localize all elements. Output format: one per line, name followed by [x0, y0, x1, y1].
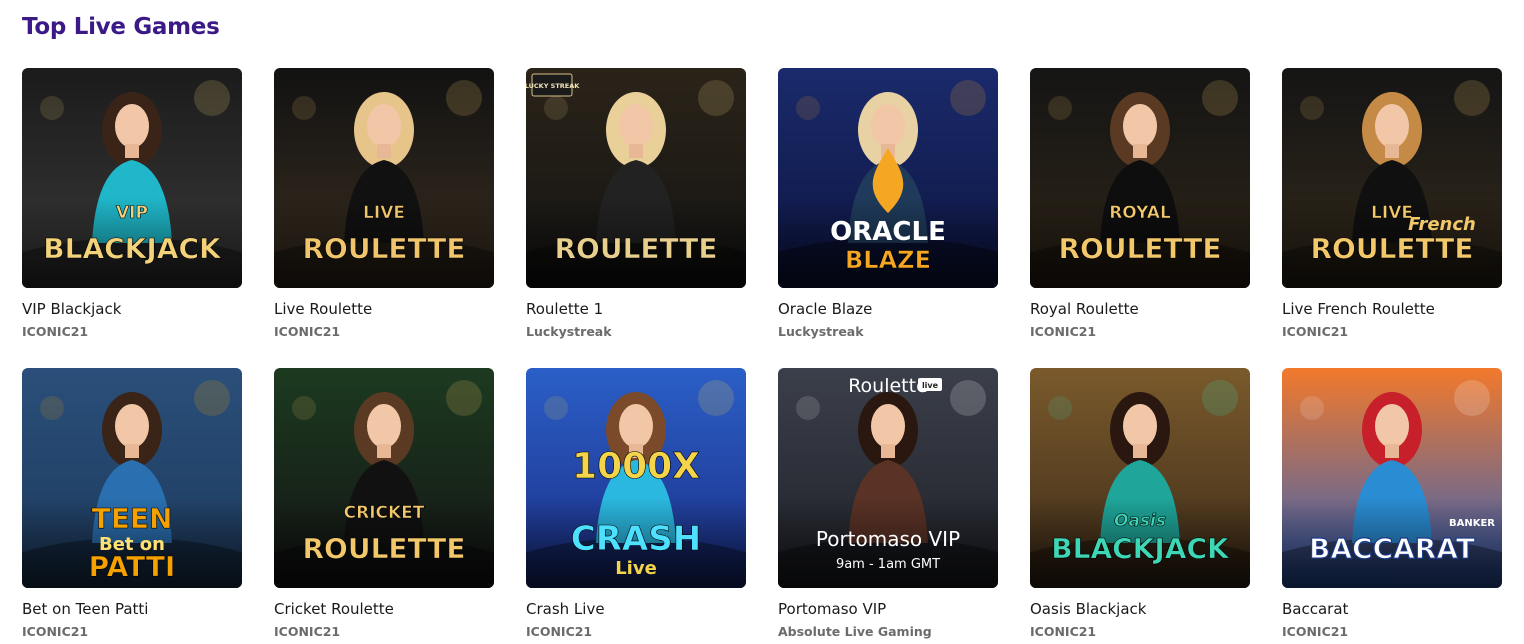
- game-artwork: ROULETTE LUCKY STREAK: [526, 68, 746, 288]
- game-card-7[interactable]: TEEN PATTI Bet on Bet on Teen Patti ICON…: [22, 368, 242, 644]
- game-name[interactable]: Oasis Blackjack: [1030, 600, 1250, 618]
- provider-badge: live: [922, 381, 939, 390]
- game-card-5[interactable]: ROYAL ROULETTE Royal Roulette ICONIC21: [1030, 68, 1250, 368]
- game-thumbnail[interactable]: Oasis BLACKJACK: [1030, 368, 1250, 588]
- game-thumbnail[interactable]: TEEN PATTI Bet on: [22, 368, 242, 588]
- game-name[interactable]: Royal Roulette: [1030, 300, 1250, 318]
- game-card-11[interactable]: Oasis BLACKJACK Oasis Blackjack ICONIC21: [1030, 368, 1250, 644]
- game-card-10[interactable]: Roulette Portomaso VIP 9am - 1am GMT liv…: [778, 368, 998, 644]
- game-provider: ICONIC21: [1282, 624, 1349, 639]
- art-line-2: BLAZE: [845, 246, 931, 274]
- game-name[interactable]: Roulette 1: [526, 300, 746, 318]
- art-line-2: ROULETTE: [554, 232, 717, 265]
- game-provider: Luckystreak: [778, 324, 864, 339]
- game-name[interactable]: Oracle Blaze: [778, 300, 998, 318]
- game-artwork: CRICKET ROULETTE: [274, 368, 494, 588]
- art-line-2: BACCARAT: [1309, 532, 1475, 565]
- game-thumbnail[interactable]: 1000X CRASH Live: [526, 368, 746, 588]
- game-card-6[interactable]: LIVE ROULETTE French Live French Roulett…: [1282, 68, 1502, 368]
- art-line-2: Portomaso VIP: [816, 527, 960, 551]
- game-name[interactable]: Live Roulette: [274, 300, 494, 318]
- art-line-1: Oasis: [1114, 511, 1166, 531]
- game-artwork: VIP BLACKJACK: [22, 68, 242, 288]
- art-line-1: VIP: [116, 203, 148, 223]
- game-artwork: BANKER BACCARAT: [1282, 368, 1502, 588]
- section-title: Top Live Games: [22, 14, 220, 40]
- game-name[interactable]: VIP Blackjack: [22, 300, 242, 318]
- games-grid: VIP BLACKJACK VIP Blackjack ICONIC21 LIV…: [22, 68, 1502, 644]
- game-provider: ICONIC21: [274, 624, 341, 639]
- art-line-2: BLACKJACK: [1051, 532, 1230, 565]
- game-artwork: 1000X CRASH Live: [526, 368, 746, 588]
- game-thumbnail[interactable]: Roulette Portomaso VIP 9am - 1am GMT liv…: [778, 368, 998, 588]
- art-line-2: ROULETTE: [302, 232, 465, 265]
- provider-badge: LUCKY STREAK: [526, 82, 580, 90]
- art-line-2: ROULETTE: [1058, 232, 1221, 265]
- game-card-3[interactable]: ROULETTE LUCKY STREAK Roulette 1 Luckyst…: [526, 68, 746, 368]
- game-provider: ICONIC21: [274, 324, 341, 339]
- game-artwork: ORACLE BLAZE: [778, 68, 998, 288]
- game-thumbnail[interactable]: ROULETTE LUCKY STREAK: [526, 68, 746, 288]
- game-name[interactable]: Live French Roulette: [1282, 300, 1502, 318]
- art-line-2: ROULETTE: [1310, 232, 1473, 265]
- art-extra: Live: [615, 558, 657, 579]
- game-provider: ICONIC21: [22, 324, 89, 339]
- game-name[interactable]: Portomaso VIP: [778, 600, 998, 618]
- art-line-1: CRICKET: [344, 503, 425, 523]
- game-thumbnail[interactable]: ORACLE BLAZE: [778, 68, 998, 288]
- game-card-9[interactable]: 1000X CRASH Live Crash Live ICONIC21: [526, 368, 746, 644]
- art-line-1: Roulette: [848, 375, 928, 397]
- art-line-1: TEEN: [92, 502, 173, 535]
- game-name[interactable]: Baccarat: [1282, 600, 1502, 618]
- art-line-2: CRASH: [571, 519, 701, 559]
- game-card-1[interactable]: VIP BLACKJACK VIP Blackjack ICONIC21: [22, 68, 242, 368]
- game-provider: Absolute Live Gaming: [778, 624, 932, 639]
- art-extra: French: [1408, 214, 1476, 235]
- game-artwork: Roulette Portomaso VIP 9am - 1am GMT liv…: [778, 368, 998, 588]
- game-name[interactable]: Bet on Teen Patti: [22, 600, 242, 618]
- game-artwork: Oasis BLACKJACK: [1030, 368, 1250, 588]
- art-extra: Bet on: [99, 534, 165, 555]
- game-thumbnail[interactable]: LIVE ROULETTE: [274, 68, 494, 288]
- art-line-1: LIVE: [1371, 203, 1413, 223]
- game-thumbnail[interactable]: ROYAL ROULETTE: [1030, 68, 1250, 288]
- art-line-2: ROULETTE: [302, 532, 465, 565]
- game-card-2[interactable]: LIVE ROULETTE Live Roulette ICONIC21: [274, 68, 494, 368]
- art-extra: 9am - 1am GMT: [836, 557, 940, 572]
- art-line-1: 1000X: [572, 446, 700, 487]
- art-line-1: ORACLE: [830, 217, 946, 247]
- game-provider: ICONIC21: [526, 624, 593, 639]
- game-thumbnail[interactable]: CRICKET ROULETTE: [274, 368, 494, 588]
- art-line-1: LIVE: [363, 203, 405, 223]
- game-thumbnail[interactable]: LIVE ROULETTE French: [1282, 68, 1502, 288]
- game-thumbnail[interactable]: BANKER BACCARAT: [1282, 368, 1502, 588]
- game-artwork: LIVE ROULETTE: [274, 68, 494, 288]
- game-card-4[interactable]: ORACLE BLAZE Oracle Blaze Luckystreak: [778, 68, 998, 368]
- art-line-2: BLACKJACK: [43, 232, 222, 265]
- art-line-1: ROYAL: [1109, 203, 1171, 223]
- game-name[interactable]: Crash Live: [526, 600, 746, 618]
- game-thumbnail[interactable]: VIP BLACKJACK: [22, 68, 242, 288]
- game-provider: ICONIC21: [1282, 324, 1349, 339]
- game-card-12[interactable]: BANKER BACCARAT Baccarat ICONIC21: [1282, 368, 1502, 644]
- game-provider: ICONIC21: [22, 624, 89, 639]
- game-provider: ICONIC21: [1030, 324, 1097, 339]
- game-provider: Luckystreak: [526, 324, 612, 339]
- art-line-1: BANKER: [1449, 518, 1495, 529]
- game-name[interactable]: Cricket Roulette: [274, 600, 494, 618]
- game-artwork: TEEN PATTI Bet on: [22, 368, 242, 588]
- game-provider: ICONIC21: [1030, 624, 1097, 639]
- game-artwork: LIVE ROULETTE French: [1282, 68, 1502, 288]
- game-artwork: ROYAL ROULETTE: [1030, 68, 1250, 288]
- game-card-8[interactable]: CRICKET ROULETTE Cricket Roulette ICONIC…: [274, 368, 494, 644]
